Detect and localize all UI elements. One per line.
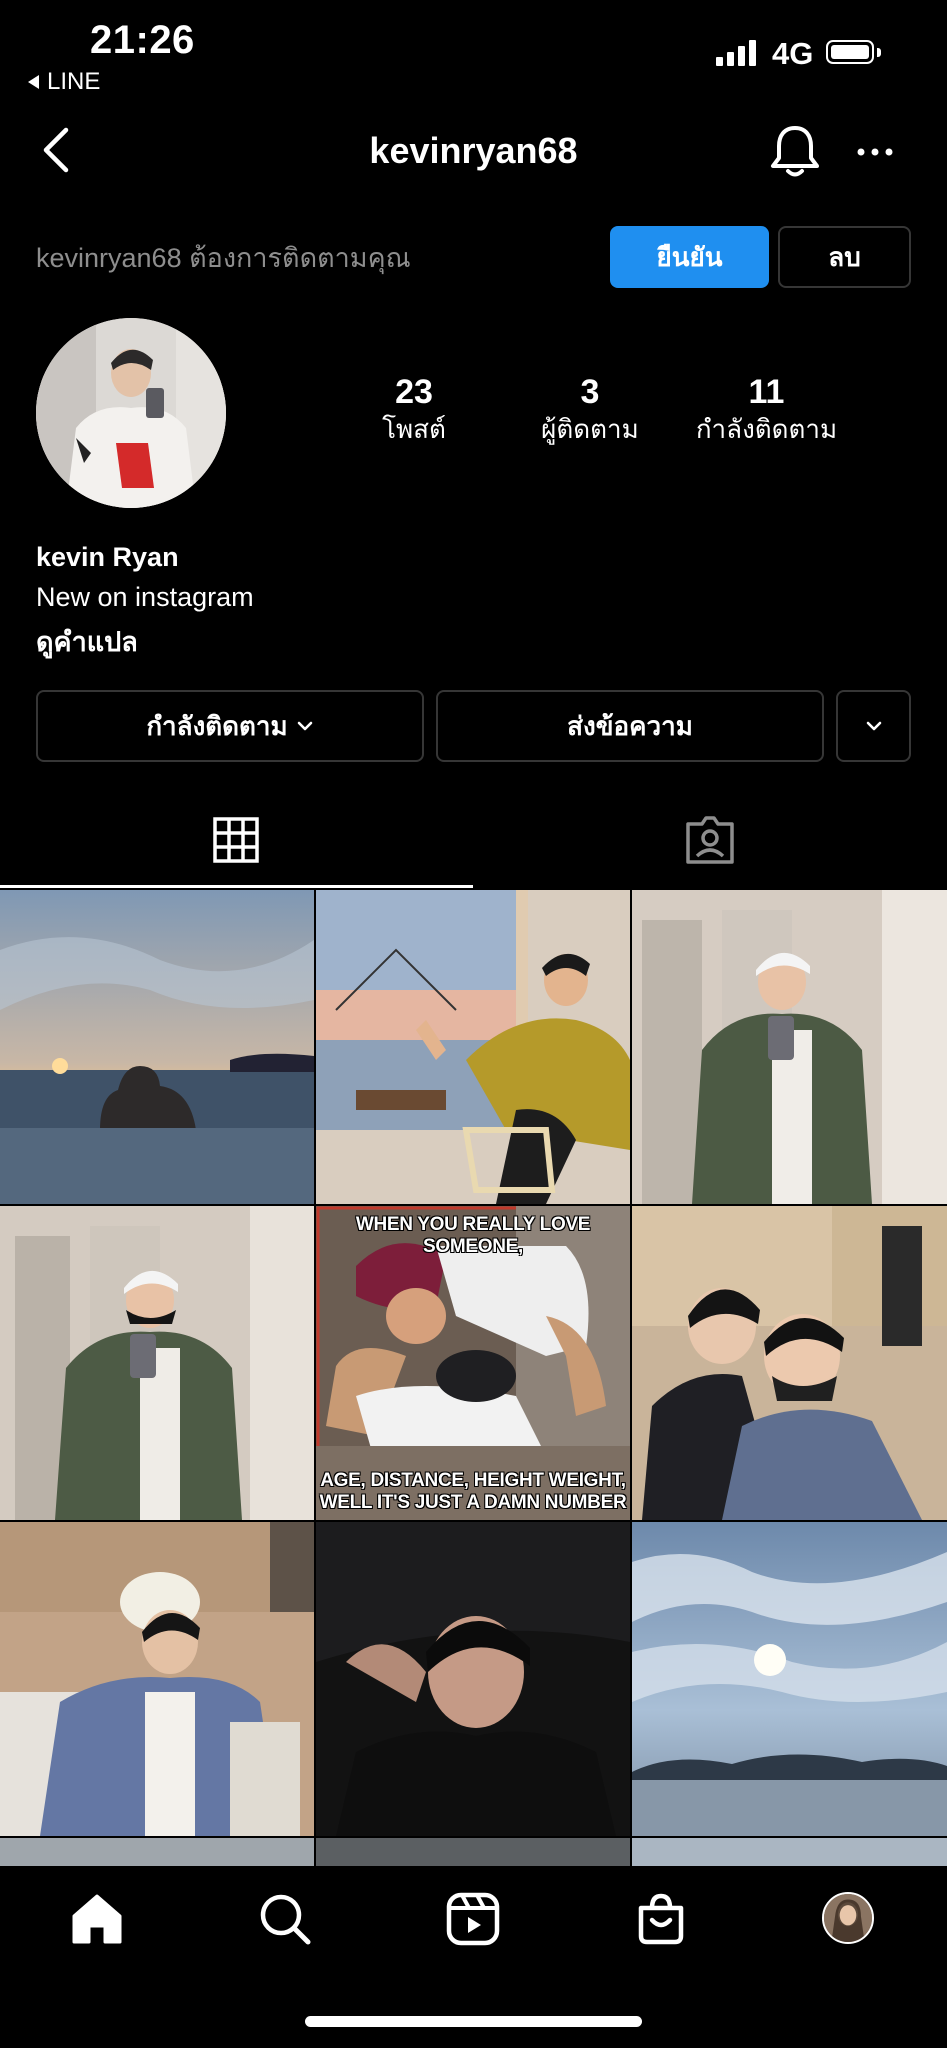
stat-value: 3 xyxy=(580,373,600,411)
message-button[interactable]: ส่งข้อความ xyxy=(436,690,824,762)
home-indicator xyxy=(305,2016,642,2027)
meme-bottom-text: AGE, DISTANCE, HEIGHT WEIGHT, WELL IT'S … xyxy=(316,1470,630,1514)
stat-followers[interactable]: 3 ผู้ติดตาม xyxy=(520,372,660,446)
message-label: ส่งข้อความ xyxy=(567,710,693,741)
back-to-app-link[interactable]: LINE xyxy=(28,68,100,96)
profile-name: kevin Ryan xyxy=(36,542,179,572)
stat-value: 11 xyxy=(748,373,785,411)
stat-following[interactable]: 11 กำลังติดตาม xyxy=(680,372,853,446)
profile-avatar[interactable] xyxy=(36,318,226,508)
confirm-button[interactable]: ยืนยัน xyxy=(610,226,769,288)
network-type: 4G xyxy=(772,36,814,71)
signal-icon xyxy=(716,40,756,66)
following-button[interactable]: กำลังติดตาม xyxy=(36,690,424,762)
home-icon[interactable] xyxy=(68,1890,126,1948)
post-thumbnail[interactable] xyxy=(0,1522,314,1836)
meme-bottom-line: WELL IT'S JUST A DAMN NUMBER xyxy=(319,1492,627,1513)
profile-bio: New on instagram xyxy=(36,582,254,612)
stat-posts[interactable]: 23 โพสต์ xyxy=(354,372,474,446)
back-triangle-icon xyxy=(28,75,39,89)
post-thumbnail[interactable] xyxy=(632,890,947,1204)
post-thumbnail[interactable] xyxy=(316,890,630,1204)
follow-request-text: kevinryan68 ต้องการติดตามคุณ xyxy=(36,243,411,273)
post-thumbnail-meme[interactable]: WHEN YOU REALLY LOVE SOMEONE, AGE, DISTA… xyxy=(316,1206,630,1520)
more-icon[interactable] xyxy=(855,142,895,162)
status-time: 21:26 xyxy=(90,18,195,62)
profile-tab-avatar[interactable] xyxy=(822,1892,874,1944)
reels-icon[interactable] xyxy=(444,1890,502,1948)
chevron-left-icon[interactable] xyxy=(38,126,78,174)
bell-icon[interactable] xyxy=(765,122,825,182)
stat-label: โพสต์ xyxy=(382,414,446,444)
battery-icon xyxy=(826,40,874,64)
post-thumbnail[interactable] xyxy=(0,890,314,1204)
tagged-icon[interactable] xyxy=(684,814,736,866)
chevron-down-icon xyxy=(297,721,312,731)
post-thumbnail[interactable] xyxy=(632,1522,947,1836)
meme-bottom-line: AGE, DISTANCE, HEIGHT WEIGHT, xyxy=(320,1470,626,1491)
suggested-accounts-button[interactable] xyxy=(836,690,911,762)
following-label: กำลังติดตาม xyxy=(146,710,288,741)
chevron-down-icon xyxy=(866,721,881,731)
shop-icon[interactable] xyxy=(632,1890,690,1948)
post-thumbnail[interactable] xyxy=(0,1206,314,1520)
profile-username-title: kevinryan68 xyxy=(369,130,578,171)
grid-icon[interactable] xyxy=(212,816,260,864)
stat-label: กำลังติดตาม xyxy=(695,414,838,444)
posts-grid: WHEN YOU REALLY LOVE SOMEONE, AGE, DISTA… xyxy=(0,890,947,1836)
see-translation-link[interactable]: ดูคำแปล xyxy=(36,620,138,663)
battery-cap xyxy=(877,48,881,57)
posts-grid-next-row xyxy=(0,1838,947,1866)
stat-label: ผู้ติดตาม xyxy=(541,414,639,444)
delete-button[interactable]: ลบ xyxy=(778,226,911,288)
stat-value: 23 xyxy=(395,373,433,411)
meme-top-text: WHEN YOU REALLY LOVE SOMEONE, xyxy=(355,1214,591,1257)
post-thumbnail[interactable] xyxy=(316,1522,630,1836)
active-tab-indicator xyxy=(0,885,473,888)
search-icon[interactable] xyxy=(256,1890,314,1948)
back-app-label: LINE xyxy=(47,68,101,95)
post-thumbnail[interactable] xyxy=(632,1206,947,1520)
